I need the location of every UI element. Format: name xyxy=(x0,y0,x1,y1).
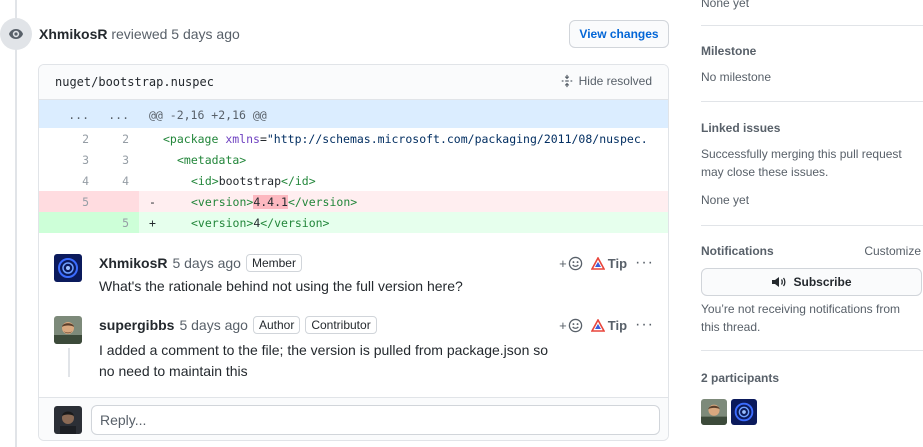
role-badge: Contributor xyxy=(305,316,377,334)
comment-header: supergibbs 5 days ago Author Contributor xyxy=(99,316,377,334)
customize-link[interactable]: Customize xyxy=(864,244,921,258)
review-action: reviewed xyxy=(111,26,168,42)
comment-body: I added a comment to the file; the versi… xyxy=(99,342,549,379)
linked-issues-description: Successfully merging this pull request m… xyxy=(701,147,902,179)
participants-list xyxy=(701,399,757,425)
review-author[interactable]: XhmikosR xyxy=(39,26,107,42)
old-line-number[interactable]: 4 xyxy=(39,174,89,188)
diff-marker: - xyxy=(149,195,156,209)
code-line: <version>4</version> xyxy=(191,216,330,230)
comment-actions: + Tip ··· xyxy=(559,254,654,272)
sidebar-divider xyxy=(701,101,923,102)
tip-button[interactable]: Tip xyxy=(590,318,627,333)
more-options-button[interactable]: ··· xyxy=(635,316,654,334)
notifications-title: Notifications xyxy=(701,244,774,258)
comment-author[interactable]: supergibbs xyxy=(99,317,174,333)
diff-line: 4 4 <id>bootstrap</id> xyxy=(39,170,668,191)
sidebar-divider xyxy=(701,25,923,26)
code-line: <package xmlns="http://schemas.microsoft… xyxy=(163,132,648,146)
participant-avatar[interactable] xyxy=(701,399,727,425)
comment-body: What's the rationale behind not using th… xyxy=(99,278,463,294)
add-reaction-button[interactable]: + xyxy=(559,256,583,271)
reviewers-value: None yet xyxy=(701,0,750,10)
timeline-line xyxy=(15,0,17,447)
reply-input[interactable] xyxy=(91,405,660,435)
subscribe-label: Subscribe xyxy=(793,275,852,289)
avatar[interactable] xyxy=(54,316,82,344)
sidebar-divider xyxy=(701,225,923,226)
linked-issues-value: None yet xyxy=(701,193,750,207)
review-comment: supergibbs 5 days ago Author Contributor… xyxy=(54,316,654,386)
speaker-icon xyxy=(772,277,786,287)
view-changes-button[interactable]: View changes xyxy=(569,20,669,48)
more-options-button[interactable]: ··· xyxy=(635,254,654,272)
milestone-value: No milestone xyxy=(701,70,772,84)
new-line-number[interactable]: 2 xyxy=(89,132,129,146)
comment-time[interactable]: 5 days ago xyxy=(179,317,248,333)
participants-title: 2 participants xyxy=(701,371,780,385)
comment-author[interactable]: XhmikosR xyxy=(99,255,167,271)
file-name[interactable]: nuget/bootstrap.nuspec xyxy=(55,75,214,89)
file-header: nuget/bootstrap.nuspec Hide resolved xyxy=(39,65,668,100)
hunk-expand-old[interactable]: ... xyxy=(39,108,89,122)
new-line-number[interactable]: 3 xyxy=(89,153,129,167)
hunk-header: @@ -2,16 +2,16 @@ xyxy=(149,108,267,122)
smiley-icon xyxy=(568,256,582,270)
tip-button[interactable]: Tip xyxy=(590,256,627,271)
add-reaction-button[interactable]: + xyxy=(559,318,583,333)
linked-issues-title[interactable]: Linked issues xyxy=(701,121,780,135)
diff-table: ... ... @@ -2,16 +2,16 @@ 2 2 <package x… xyxy=(39,100,668,233)
comment-time[interactable]: 5 days ago xyxy=(172,255,241,271)
hide-resolved-button[interactable]: Hide resolved xyxy=(560,74,652,88)
eye-icon xyxy=(0,18,32,50)
review-time[interactable]: 5 days ago xyxy=(171,26,240,42)
notifications-status: You’re not receiving notifications from … xyxy=(701,302,900,334)
current-user-avatar[interactable] xyxy=(54,406,82,434)
subscribe-button[interactable]: Subscribe xyxy=(701,268,922,296)
new-line-number[interactable]: 4 xyxy=(89,174,129,188)
review-thread: nuget/bootstrap.nuspec Hide resolved ...… xyxy=(38,64,669,441)
milestone-title[interactable]: Milestone xyxy=(701,44,756,58)
diff-line-deleted: 5 - <version>4.4.1</version> xyxy=(39,191,668,212)
hunk-expand-new[interactable]: ... xyxy=(89,108,129,122)
tip-triangle-icon xyxy=(590,318,605,332)
review-header: XhmikosR reviewed 5 days ago xyxy=(39,26,240,42)
participant-avatar[interactable] xyxy=(731,399,757,425)
diff-line-added: 5 + <version>4</version> xyxy=(39,212,668,233)
diff-line: 2 2 <package xmlns="http://schemas.micro… xyxy=(39,128,668,149)
role-badge: Author xyxy=(252,316,301,334)
hunk-row: ... ... @@ -2,16 +2,16 @@ xyxy=(39,100,668,128)
old-line-number[interactable]: 3 xyxy=(39,153,89,167)
old-line-number[interactable]: 5 xyxy=(39,195,89,209)
reply-bar xyxy=(39,397,668,440)
role-badge: Member xyxy=(245,254,302,272)
comment-actions: + Tip ··· xyxy=(559,316,654,334)
avatar[interactable] xyxy=(54,254,82,282)
hide-resolved-label: Hide resolved xyxy=(578,74,652,88)
sidebar-divider xyxy=(701,350,923,351)
review-comment: XhmikosR 5 days ago Member + Tip ··· Wha… xyxy=(54,254,654,304)
diff-marker: + xyxy=(149,216,156,230)
code-line: <metadata> xyxy=(177,153,247,167)
fold-icon xyxy=(561,74,572,88)
code-line: <version>4.4.1</version> xyxy=(191,195,358,209)
smiley-icon xyxy=(568,318,582,332)
comment-header: XhmikosR 5 days ago Member xyxy=(99,254,302,272)
new-line-number[interactable]: 5 xyxy=(89,216,129,230)
code-line: <id>bootstrap</id> xyxy=(191,174,316,188)
diff-line: 3 3 <metadata> xyxy=(39,149,668,170)
tip-triangle-icon xyxy=(590,256,605,270)
old-line-number[interactable]: 2 xyxy=(39,132,89,146)
